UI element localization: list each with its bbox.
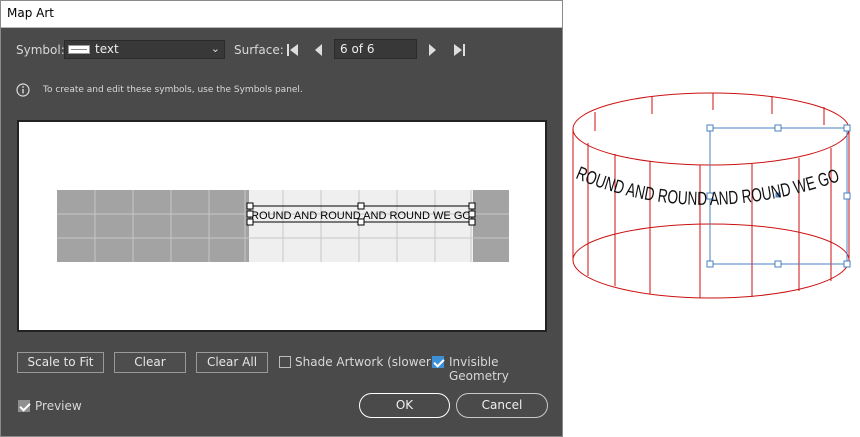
info-icon bbox=[16, 83, 30, 97]
title-bar[interactable]: Map Art bbox=[1, 1, 562, 28]
preview-label: Preview bbox=[35, 399, 82, 413]
chevron-down-icon: ⌄ bbox=[210, 42, 220, 55]
symbol-value: text bbox=[95, 42, 119, 56]
clear-button[interactable]: Clear bbox=[114, 352, 186, 373]
cancel-button[interactable]: Cancel bbox=[456, 393, 548, 418]
shade-artwork-checkbox[interactable] bbox=[279, 356, 291, 368]
clear-all-button[interactable]: Clear All bbox=[196, 352, 268, 373]
dialog-title: Map Art bbox=[7, 6, 54, 20]
preview-checkbox[interactable] bbox=[18, 400, 30, 412]
shade-artwork-label: Shade Artwork (slower) bbox=[295, 355, 436, 369]
symbol-swatch bbox=[68, 45, 90, 54]
invisible-geometry-checkbox[interactable] bbox=[432, 356, 444, 368]
ok-button[interactable]: OK bbox=[359, 393, 450, 418]
symbol-preview-area[interactable]: ROUND AND ROUND AND ROUND WE GO bbox=[17, 120, 547, 332]
symbol-label: Symbol: bbox=[16, 43, 65, 57]
next-page-icon[interactable] bbox=[424, 41, 440, 59]
scale-to-fit-button[interactable]: Scale to Fit bbox=[17, 352, 104, 373]
surface-label: Surface: bbox=[234, 43, 284, 57]
info-text: To create and edit these symbols, use th… bbox=[43, 85, 303, 95]
surface-page-field[interactable]: 6 of 6 bbox=[334, 39, 417, 59]
prev-page-icon[interactable] bbox=[311, 41, 327, 59]
cylinder-text: ROUND AND ROUND AND ROUND WE GO bbox=[573, 163, 842, 210]
artboard-3d-cylinder[interactable]: ROUND AND ROUND AND ROUND WE GO bbox=[565, 86, 860, 306]
last-page-icon[interactable] bbox=[451, 41, 467, 59]
invisible-geometry-label: Invisible Geometry bbox=[449, 355, 509, 383]
surface-map-grid[interactable]: ROUND AND ROUND AND ROUND WE GO bbox=[19, 122, 545, 330]
first-page-icon[interactable] bbox=[285, 41, 301, 59]
symbol-dropdown[interactable]: text ⌄ bbox=[64, 40, 225, 59]
map-art-dialog: Map Art Symbol: text ⌄ Surface: 6 of 6 T… bbox=[0, 0, 563, 437]
